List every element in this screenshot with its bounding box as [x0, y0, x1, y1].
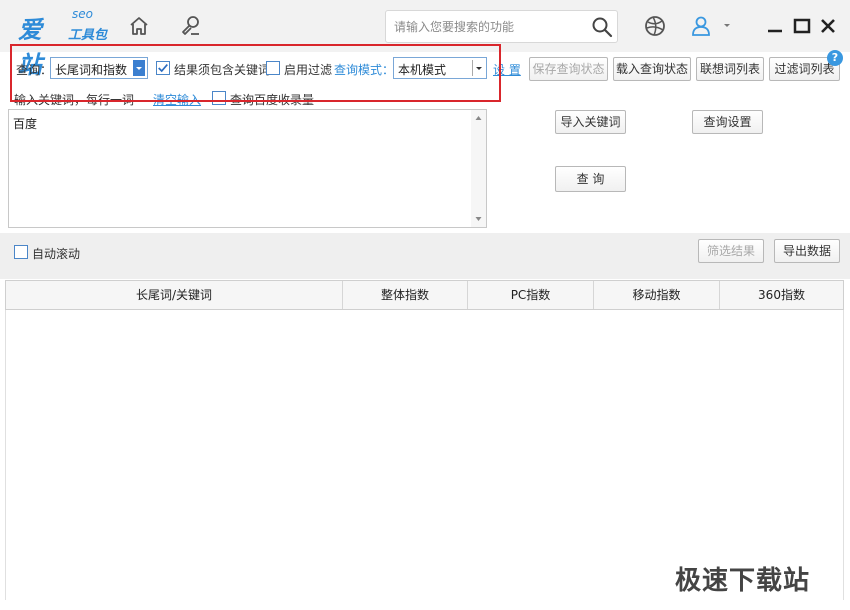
save-state-button[interactable]: 保存查询状态 — [529, 57, 608, 81]
keyword-text: 百度 — [13, 117, 38, 131]
watermark-text: 极速下载站 — [675, 566, 811, 596]
column-header-360-index[interactable]: 360指数 — [720, 281, 843, 309]
user-menu-chevron-icon[interactable] — [722, 20, 732, 30]
auto-scroll-checkbox[interactable] — [14, 245, 28, 259]
close-icon[interactable] — [818, 16, 838, 36]
globe-icon[interactable] — [643, 14, 667, 38]
tools-icon[interactable] — [179, 14, 203, 38]
results-table-body[interactable] — [5, 310, 844, 600]
keyword-scrollbar[interactable] — [471, 110, 486, 227]
column-header-overall-index[interactable]: 整体指数 — [343, 281, 468, 309]
query-settings-button[interactable]: 查询设置 — [692, 110, 763, 134]
logo-sub-text: 工具包 — [68, 28, 108, 43]
import-keywords-button[interactable]: 导入关键词 — [555, 110, 626, 134]
minimize-icon[interactable] — [765, 16, 785, 36]
column-header-pc-index[interactable]: PC指数 — [468, 281, 594, 309]
maximize-icon[interactable] — [792, 16, 812, 36]
column-header-mobile-index[interactable]: 移动指数 — [594, 281, 720, 309]
results-table-header: 长尾词/关键词 整体指数 PC指数 移动指数 360指数 — [5, 280, 844, 310]
results-toolbar: 自动滚动 筛选结果 导出数据 — [0, 233, 850, 279]
query-button[interactable]: 查 询 — [555, 166, 626, 192]
search-icon[interactable] — [591, 16, 613, 38]
keyword-textarea[interactable]: 百度 — [8, 109, 487, 228]
load-state-button[interactable]: 载入查询状态 — [613, 57, 691, 81]
help-icon[interactable]: ? — [827, 50, 843, 66]
function-search-input[interactable] — [394, 18, 589, 36]
home-icon[interactable] — [127, 14, 151, 38]
highlight-box — [10, 44, 501, 102]
export-data-button[interactable]: 导出数据 — [774, 239, 840, 263]
auto-scroll-label: 自动滚动 — [32, 247, 81, 261]
column-header-keyword[interactable]: 长尾词/关键词 — [6, 281, 343, 309]
logo-seo-text: seo — [72, 7, 93, 21]
filter-results-button[interactable]: 筛选结果 — [698, 239, 764, 263]
function-search[interactable] — [385, 10, 618, 43]
user-icon[interactable] — [689, 14, 713, 38]
assoc-list-button[interactable]: 联想词列表 — [696, 57, 764, 81]
